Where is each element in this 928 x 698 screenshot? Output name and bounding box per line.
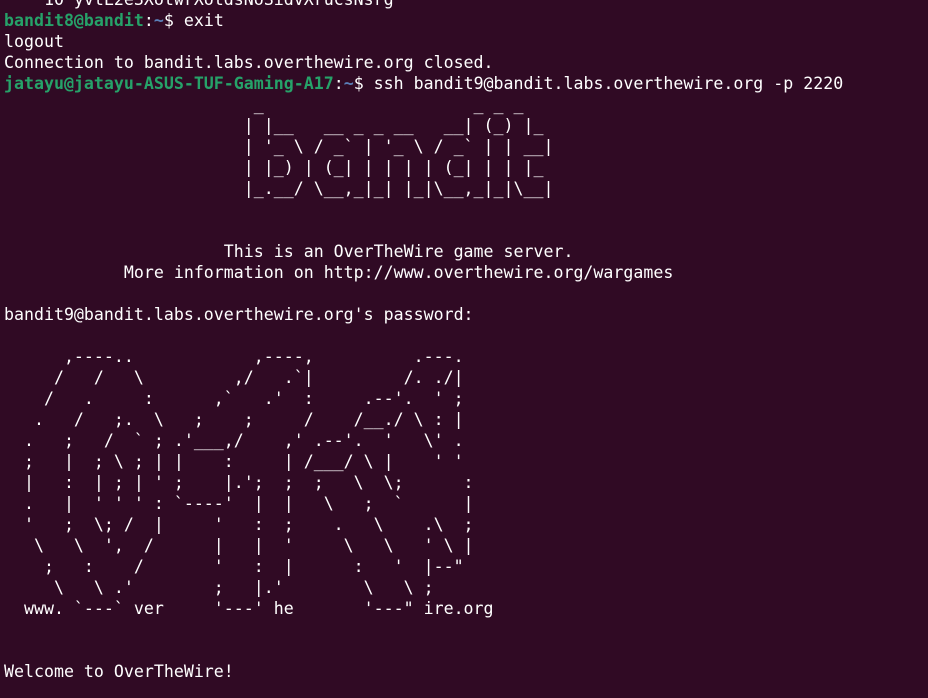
line-text: logout	[4, 32, 64, 51]
terminal-output-line: Welcome to OverTheWire!	[4, 661, 843, 682]
ascii-art-line: www. `---` ver '---' he '---" ire.org	[4, 598, 843, 619]
line-text: / / \ ,/ .`| /. ./|	[4, 368, 464, 387]
terminal-output-line: bandit9@bandit.labs.overthewire.org's pa…	[4, 304, 843, 325]
ascii-art-line: ; : / ' : | : ' |--"	[4, 556, 843, 577]
terminal-output-line: Connection to bandit.labs.overthewire.or…	[4, 52, 843, 73]
ascii-art-line: \ \ .' ; |.' \ \ ;	[4, 577, 843, 598]
line-text: \ \ ', / | | ' \ \ ' \ |	[4, 536, 474, 555]
ascii-art-line: |_.__/ \__,_|_| |_|\__,_|_|\__|	[4, 178, 843, 199]
ascii-art-line: / . : ,` .' : .--'. ' ;	[4, 388, 843, 409]
ascii-art-line: . | ' ' ' : `----' | | \ ; ` |	[4, 493, 843, 514]
terminal-output-line: 10 yvtL2e3XotwrXotdsNoSidvXrucsNsrg	[4, 0, 843, 10]
line-text: More information on http://www.overthewi…	[4, 263, 674, 282]
line-text: \ \ .' ; |.' \ \ ;	[4, 578, 434, 597]
prompt-user-host: bandit8@bandit	[4, 11, 144, 30]
terminal-output-line: More information on http://www.overthewi…	[4, 262, 843, 283]
terminal-window[interactable]: 10 yvtL2e3XotwrXotdsNoSidvXrucsNsrgbandi…	[0, 0, 928, 698]
ascii-art-line: | : | ; | ' ; |.'; ; ; \ \; :	[4, 472, 843, 493]
prompt-user-host: jatayu@jatayu-ASUS-TUF-Gaming-A17	[4, 74, 334, 93]
line-text: bandit9@bandit.labs.overthewire.org's pa…	[4, 305, 474, 324]
line-text: ,----.. ,----, .---.	[4, 347, 464, 366]
ascii-art-line: | |__ __ _ _ __ __| (_) |_	[4, 115, 843, 136]
line-text: www. `---` ver '---' he '---" ire.org	[4, 599, 494, 618]
line-text: Connection to bandit.labs.overthewire.or…	[4, 53, 494, 72]
ascii-art-line: \ \ ', / | | ' \ \ ' \ |	[4, 535, 843, 556]
line-text: . | ' ' ' : `----' | | \ ; ` |	[4, 494, 474, 513]
line-text: Welcome to OverTheWire!	[4, 662, 234, 681]
ascii-art-line: ; | ; \ ; | | : | /___/ \ | ' '	[4, 451, 843, 472]
line-text: ; : / ' : | : ' |--"	[4, 557, 464, 576]
line-text: |_.__/ \__,_|_| |_|\__,_|_|\__|	[4, 179, 554, 198]
ascii-art-line: / / \ ,/ .`| /. ./|	[4, 367, 843, 388]
ascii-art-line: ,----.. ,----, .---.	[4, 346, 843, 367]
line-text: ; | ; \ ; | | : | /___/ \ | ' '	[4, 452, 464, 471]
line-text: . ; / ` ; .'___,/ ,' .--'. ' \' .	[4, 431, 464, 450]
terminal-output: 10 yvtL2e3XotwrXotdsNoSidvXrucsNsrgbandi…	[4, 0, 843, 682]
terminal-prompt-line: jatayu@jatayu-ASUS-TUF-Gaming-A17:~$ ssh…	[4, 73, 843, 94]
ascii-art-line: ' ; \; / | ' : ; . \ .\ ;	[4, 514, 843, 535]
terminal-output-line: logout	[4, 31, 843, 52]
line-text: | : | ; | ' ; |.'; ; ; \ \; :	[4, 473, 474, 492]
ascii-art-line: . ; / ` ; .'___,/ ,' .--'. ' \' .	[4, 430, 843, 451]
prompt-path: ~	[153, 11, 164, 30]
ascii-art-line: | |_) | (_| | | | | (_| | | |_	[4, 157, 843, 178]
line-text: 10 yvtL2e3XotwrXotdsNoSidvXrucsNsrg	[4, 0, 394, 9]
line-text: ' ; \; / | ' : ; . \ .\ ;	[4, 515, 474, 534]
ascii-art-line: . / ;. \ ; ; / /__./ \ : |	[4, 409, 843, 430]
line-text: :	[333, 74, 344, 93]
ascii-art-line: | '_ \ / _` | '_ \ / _` | | __|	[4, 136, 843, 157]
line-text: This is an OverTheWire game server.	[4, 242, 574, 261]
line-text: / . : ,` .' : .--'. ' ;	[4, 389, 464, 408]
line-text: $ exit	[163, 11, 224, 30]
line-text: . / ;. \ ; ; / /__./ \ : |	[4, 410, 464, 429]
line-text: :	[143, 11, 154, 30]
line-text: | |_) | (_| | | | | (_| | | |_	[4, 158, 544, 177]
terminal-prompt-line: bandit8@bandit:~$ exit	[4, 10, 843, 31]
line-text: | '_ \ / _` | '_ \ / _` | | __|	[4, 137, 554, 156]
line-text: | |__ __ _ _ __ __| (_) |_	[4, 116, 544, 135]
ascii-art-line: _ _ _ _	[4, 94, 843, 115]
line-text: _ _ _ _	[4, 95, 524, 114]
terminal-output-line: This is an OverTheWire game server.	[4, 241, 843, 262]
line-text: $ ssh bandit9@bandit.labs.overthewire.or…	[353, 74, 844, 93]
prompt-path: ~	[343, 74, 354, 93]
